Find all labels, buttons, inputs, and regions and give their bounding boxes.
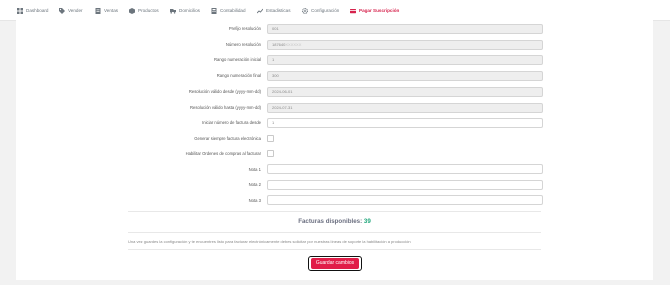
nav-label: Pagar Suscripción	[359, 8, 400, 13]
nav-label: Ventas	[104, 8, 119, 13]
nota1-input[interactable]	[267, 164, 543, 174]
save-button-focus-ring: Guardar cambios	[308, 256, 362, 271]
facturas-label: Facturas disponibles:	[298, 218, 363, 225]
valido-desde-input[interactable]: 2024-06-01	[267, 87, 543, 97]
habilitar-ordenes-checkbox[interactable]	[267, 150, 274, 157]
trend-icon	[257, 8, 263, 14]
credit-card-icon	[350, 8, 356, 14]
nav-productos[interactable]: Productos	[129, 6, 159, 15]
nav-domicilios[interactable]: Domicilios	[170, 6, 200, 15]
nav-contabilidad[interactable]: Contabilidad	[211, 6, 246, 15]
generar-factura-checkbox[interactable]	[267, 135, 274, 142]
rango-final-input[interactable]: 300	[267, 71, 543, 81]
habilitar-ordenes-label: Habilitar Ordenes de compras al facturar	[185, 151, 261, 156]
nota3-input[interactable]	[267, 195, 543, 205]
truck-icon	[170, 8, 176, 14]
habilitacion-notice: Una vez guardes la configuración y te en…	[128, 239, 411, 244]
nav-label: Contabilidad	[220, 8, 246, 13]
nota2-input[interactable]	[267, 180, 543, 190]
nav-label: Estadisticas	[266, 8, 291, 13]
nav-dashboard[interactable]: Dashboard	[17, 6, 48, 15]
nota2-label: Nota 2	[248, 182, 261, 187]
nav-vender[interactable]: Vender	[59, 6, 83, 15]
valido-desde-label: Resolución válido desde (yyyy-mm-dd)	[188, 89, 261, 94]
dashboard-icon	[17, 7, 23, 14]
divider	[128, 211, 541, 212]
facturas-disponibles: Facturas disponibles: 39	[128, 218, 541, 225]
tag-icon	[59, 7, 65, 14]
facturas-count: 39	[363, 218, 371, 225]
iniciar-factura-input[interactable]: 1	[267, 118, 543, 128]
numero-resolucion-value: 187640	[272, 42, 286, 47]
prefijo-label: Prefijo resolución	[228, 26, 261, 31]
valido-hasta-label: Resolución válido hasta (yyyy-mm-dd)	[190, 105, 261, 110]
nota1-label: Nota 1	[248, 167, 261, 172]
numero-resolucion-mask: XXXXXX	[285, 42, 302, 47]
divider	[128, 232, 541, 233]
nav-estadisticas[interactable]: Estadisticas	[257, 6, 291, 15]
rango-inicial-label: Rango numeración inicial	[213, 57, 261, 62]
nota3-label: Nota 3	[248, 198, 261, 203]
prefijo-input[interactable]: 001	[267, 24, 543, 34]
save-button[interactable]: Guardar cambios	[311, 258, 359, 269]
configuration-card: Prefijo resolución 001 Número resolución…	[16, 20, 653, 280]
box-icon	[129, 7, 135, 14]
numero-resolucion-input[interactable]: 187640XXXXXX	[267, 40, 543, 50]
nav-ventas[interactable]: Ventas	[95, 6, 118, 15]
gear-icon	[302, 7, 308, 14]
generar-factura-label: Generar siempre factura electrónica	[194, 136, 261, 141]
nav-label: Productos	[138, 8, 159, 13]
nav-label: Configuración	[311, 8, 340, 13]
top-navigation: Dashboard Vender Ventas Productos Domici…	[0, 0, 670, 21]
nav-label: Domicilios	[179, 8, 200, 13]
divider	[128, 249, 541, 250]
rango-inicial-input[interactable]: 1	[267, 55, 543, 65]
rango-final-label: Rango numeración final	[216, 73, 261, 78]
nav-label: Vender	[68, 8, 83, 13]
nav-label: Dashboard	[26, 8, 49, 13]
nav-pagar-suscripcion[interactable]: Pagar Suscripción	[350, 6, 399, 15]
nav-configuracion[interactable]: Configuración	[302, 6, 339, 15]
valido-hasta-input[interactable]: 2024-07-31	[267, 103, 543, 113]
numero-resolucion-label: Número resolución	[225, 42, 261, 47]
iniciar-factura-label: Iniciar número de factura desde	[202, 120, 261, 125]
receipt-icon	[95, 7, 101, 14]
ledger-icon	[211, 7, 217, 14]
